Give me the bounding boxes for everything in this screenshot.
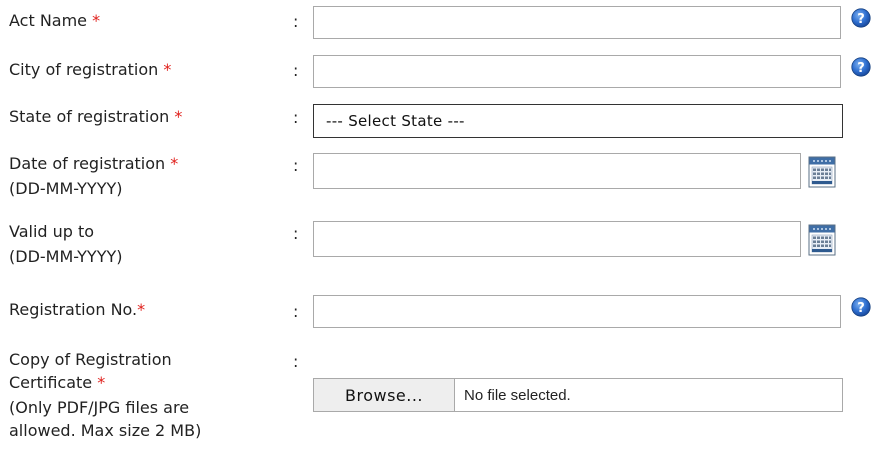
date-format-hint: (DD-MM-YYYY): [9, 179, 123, 198]
certificate-note-line1: (Only PDF/JPG files are: [9, 398, 190, 417]
valid-up-to-input[interactable]: [314, 222, 800, 256]
required-marker: *: [174, 107, 183, 126]
registration-no-field[interactable]: [313, 295, 841, 328]
registration-no-input[interactable]: [314, 296, 840, 327]
colon-separator: :: [293, 302, 299, 321]
act-name-input[interactable]: [314, 7, 840, 38]
state-label: State of registration *: [9, 107, 183, 126]
help-icon[interactable]: [851, 8, 871, 28]
act-name-label: Act Name *: [9, 11, 101, 30]
help-icon[interactable]: [851, 297, 871, 317]
registration-no-label: Registration No.*: [9, 300, 146, 319]
state-select[interactable]: --- Select State ---: [313, 104, 843, 138]
required-marker: *: [137, 300, 146, 319]
colon-separator: :: [293, 61, 299, 80]
certificate-label-line1: Copy of Registration: [9, 350, 172, 369]
date-of-registration-label: Date of registration *: [9, 154, 179, 173]
help-icon[interactable]: [851, 57, 871, 77]
colon-separator: :: [293, 156, 299, 175]
city-field[interactable]: [313, 55, 841, 88]
required-marker: *: [163, 60, 172, 79]
certificate-file-input[interactable]: Browse... No file selected.: [313, 378, 843, 412]
calendar-icon[interactable]: [808, 156, 836, 188]
colon-separator: :: [293, 352, 299, 371]
certificate-note-line2: allowed. Max size 2 MB): [9, 421, 202, 440]
colon-separator: :: [293, 108, 299, 127]
required-marker: *: [92, 11, 101, 30]
valid-up-to-field[interactable]: [313, 221, 801, 257]
calendar-icon[interactable]: [808, 224, 836, 256]
city-input[interactable]: [314, 56, 840, 87]
required-marker: *: [97, 373, 106, 392]
colon-separator: :: [293, 12, 299, 31]
browse-button[interactable]: Browse...: [314, 379, 455, 411]
certificate-label-line2: Certificate *: [9, 373, 106, 392]
file-status-text: No file selected.: [464, 386, 571, 404]
required-marker: *: [170, 154, 179, 173]
date-of-registration-input[interactable]: [314, 154, 800, 188]
date-of-registration-field[interactable]: [313, 153, 801, 189]
act-name-field[interactable]: [313, 6, 841, 39]
date-format-hint: (DD-MM-YYYY): [9, 247, 123, 266]
colon-separator: :: [293, 224, 299, 243]
valid-up-to-label: Valid up to: [9, 222, 95, 241]
city-label: City of registration *: [9, 60, 172, 79]
